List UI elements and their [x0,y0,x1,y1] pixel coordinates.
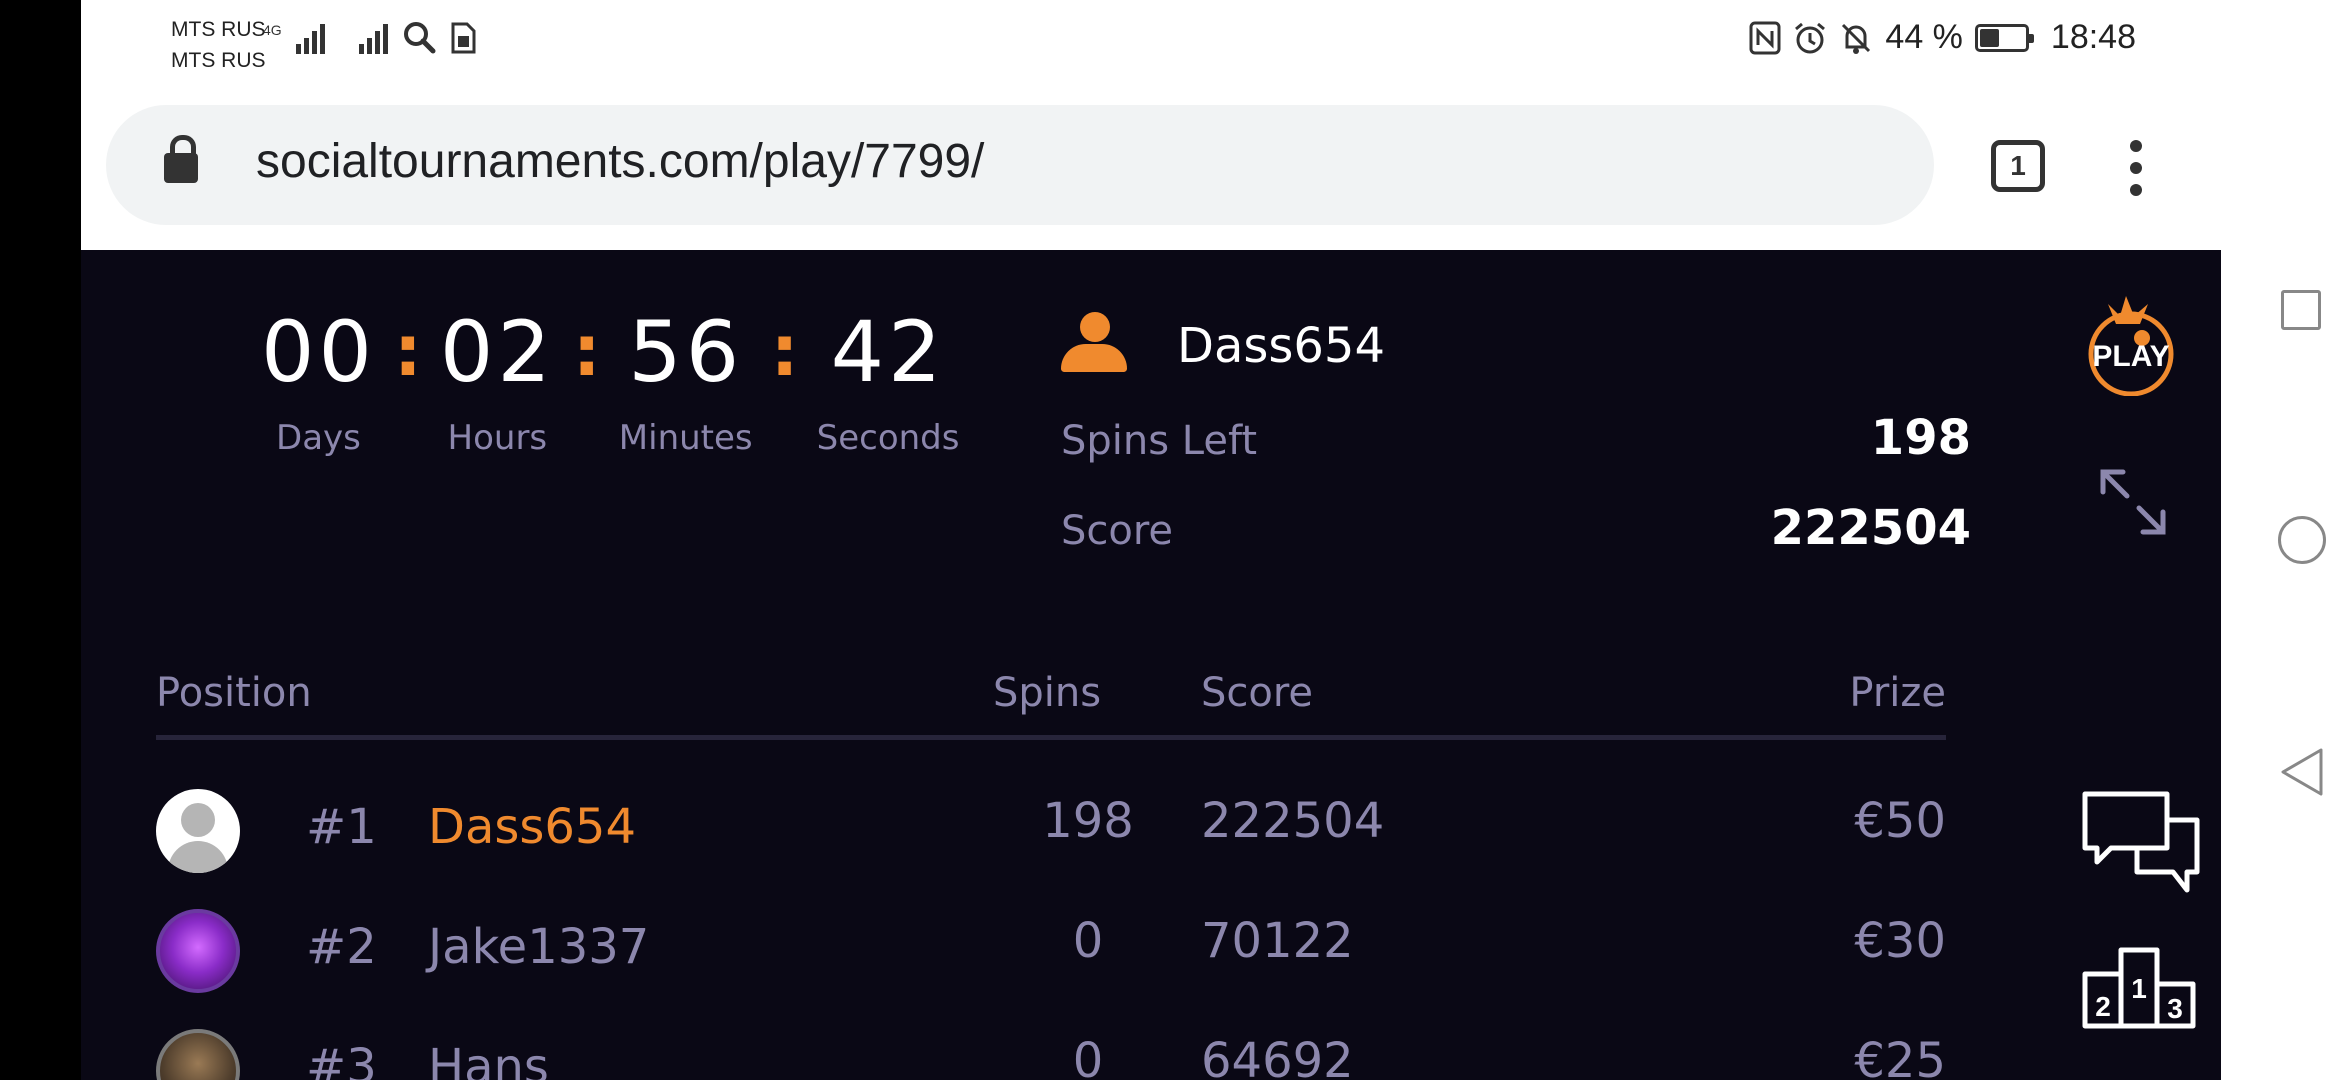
minutes-label: Minutes [618,418,753,458]
leaderboard-header: Position Spins Score Prize [156,640,1946,740]
spins-left-label: Spins Left [1061,418,1258,464]
podium-label-1: 1 [2131,973,2147,1004]
table-row[interactable]: #3 Hans 0 64692 €25 [156,1005,1946,1080]
url-text[interactable]: socialtournaments.com/play/7799/ [256,134,984,189]
play-logo-text: PLAY [2092,340,2169,373]
fullscreen-icon[interactable] [2097,466,2169,538]
tournament-panel: 00 Days : 02 Hours : 56 Minutes : 42 Sec… [81,250,2221,1080]
timer-days: 00 Days [261,310,376,458]
avatar [156,909,240,993]
row-prize: €25 [1854,1033,1946,1080]
countdown-timer: 00 Days : 02 Hours : 56 Minutes : 42 Sec… [261,310,959,458]
timer-separator: : [572,310,601,392]
row-spins: 0 [1072,913,1104,969]
row-prize: €30 [1854,913,1946,969]
address-bar[interactable]: socialtournaments.com/play/7799/ [106,105,1934,225]
battery-fill [1979,28,2000,47]
leaderboard: Position Spins Score Prize #1 Dass654 19… [156,640,1946,1080]
minutes-value: 56 [628,303,744,401]
avatar [156,1029,240,1080]
col-spins: Spins [993,670,1102,716]
score-value: 222504 [1770,500,1971,556]
spins-left-row: Spins Left 198 [1061,410,1971,466]
tab-switcher-button[interactable]: 1 [1991,140,2045,192]
days-value: 00 [261,303,376,401]
row-rank: #3 [306,1039,377,1080]
search-icon [403,22,436,54]
carrier-info: MTS RUS MTS RUS [171,14,266,76]
left-bezel [0,0,81,1080]
clock: 18:48 [2050,18,2136,56]
row-prize: €50 [1854,793,1946,849]
battery-percent: 44 % [1885,18,1963,56]
table-row[interactable]: #1 Dass654 198 222504 €50 [156,765,1946,885]
timer-separator: : [770,310,799,392]
timer-seconds: 42 Seconds [817,310,960,458]
seconds-value: 42 [830,303,946,401]
col-position: Position [156,670,312,716]
podium-label-2: 2 [2095,991,2111,1022]
hours-label: Hours [447,418,548,458]
network-type-label: 4G [263,22,282,38]
timer-separator: : [393,310,422,392]
menu-icon[interactable] [2128,140,2144,196]
signal-icons: 4G [263,20,476,54]
hours-value: 02 [439,303,555,401]
row-spins: 198 [1042,793,1134,849]
chat-icon[interactable] [2081,790,2201,900]
alarm-icon [1795,22,1826,53]
row-player-name: Hans [428,1039,549,1080]
row-score: 222504 [1201,793,1385,849]
signal-1-icon [295,20,325,54]
browser-toolbar: socialtournaments.com/play/7799/ 1 [81,90,2221,250]
mute-bell-icon [1842,23,1871,54]
recent-apps-button[interactable] [2281,290,2321,330]
home-button[interactable] [2278,516,2326,564]
row-player-name: Dass654 [428,799,637,855]
phone-screen: MTS RUS MTS RUS 4G 44 % 18:48 socialtour… [81,0,2221,1080]
status-right: 44 % 18:48 [1749,18,2136,57]
player-name: Dass654 [1177,318,1386,374]
timer-hours: 02 Hours [440,310,555,458]
row-rank: #1 [306,799,377,855]
play-logo-icon[interactable]: PLAY [2078,290,2184,396]
status-bar: MTS RUS MTS RUS 4G 44 % 18:48 [81,0,2221,90]
table-row[interactable]: #2 Jake1337 0 70122 €30 [156,885,1946,1005]
timer-minutes: 56 Minutes [619,310,753,458]
carrier-1: MTS RUS [171,18,266,41]
avatar [156,789,240,873]
row-player-name: Jake1337 [428,919,650,975]
battery-icon [1974,23,2034,52]
podium-label-3: 3 [2167,993,2183,1024]
back-button[interactable] [2279,746,2325,798]
spins-left-value: 198 [1870,410,1971,466]
row-rank: #2 [306,919,377,975]
score-row: Score 222504 [1061,500,1971,556]
row-score: 64692 [1201,1033,1354,1080]
row-spins: 0 [1072,1033,1104,1080]
system-nav-bar [2221,0,2340,1080]
sim-icon [451,22,476,54]
row-score: 70122 [1201,913,1354,969]
col-prize: Prize [1849,670,1946,716]
lock-icon[interactable] [164,135,198,183]
signal-2-icon [358,20,388,54]
days-label: Days [276,418,361,458]
score-label: Score [1061,508,1174,554]
podium-icon[interactable]: 2 1 3 [2081,940,2197,1030]
nfc-icon [1749,21,1781,54]
seconds-label: Seconds [816,418,960,458]
carrier-2: MTS RUS [171,49,266,72]
user-icon [1061,310,1127,376]
col-score: Score [1201,670,1314,716]
